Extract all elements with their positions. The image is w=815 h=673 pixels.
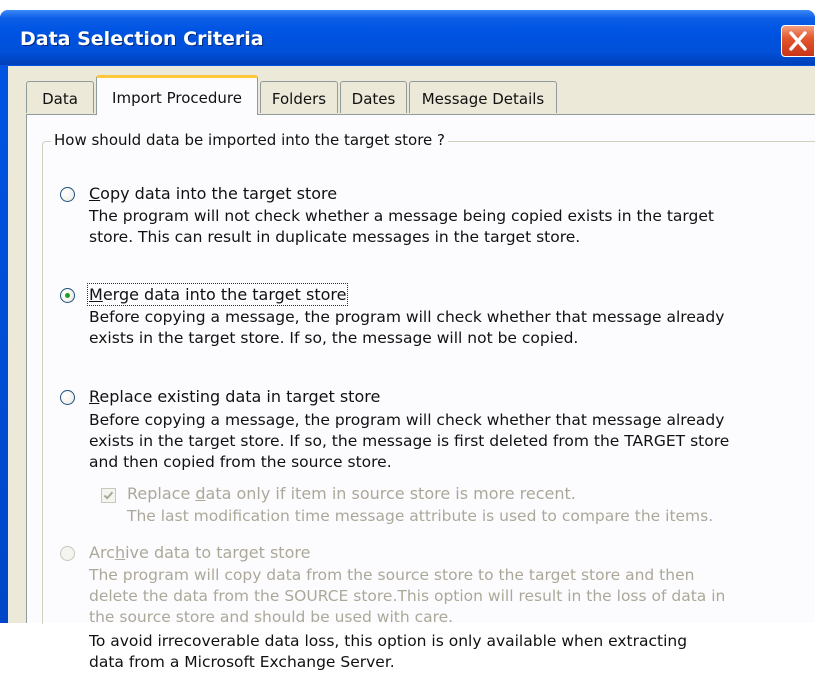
tab-panel-import-procedure: How should data be imported into the tar…: [26, 114, 815, 671]
copy-radio[interactable]: [60, 187, 75, 202]
dialog-window: Data Selection Criteria Data Import Proc…: [0, 10, 815, 671]
archive-note-line: To avoid irrecoverable data loss, this o…: [89, 632, 688, 650]
archive-description: The program will copy data from the sour…: [89, 565, 725, 628]
tab-import-procedure[interactable]: Import Procedure: [96, 75, 258, 115]
title-bar[interactable]: Data Selection Criteria: [0, 10, 815, 65]
replace-newer-label-before: Replace: [127, 484, 196, 503]
close-icon: [789, 31, 807, 51]
copy-label[interactable]: Copy data into the target store: [89, 184, 337, 203]
replace-description: Before copying a message, the program wi…: [89, 410, 729, 473]
tab-data[interactable]: Data: [26, 81, 94, 113]
dialog-client-area: Data Import Procedure Folders Dates Mess…: [8, 66, 815, 671]
merge-description-line: Before copying a message, the program wi…: [89, 308, 725, 326]
replace-radio[interactable]: [60, 390, 75, 405]
archive-label[interactable]: Archive data to target store: [89, 543, 310, 562]
archive-label-after: ive data to target store: [125, 543, 311, 562]
archive-label-before: Arc: [89, 543, 115, 562]
replace-newer-only-label[interactable]: Replace data only if item in source stor…: [127, 484, 576, 503]
copy-description-line: The program will not check whether a mes…: [89, 207, 714, 225]
replace-label-mnemonic: R: [89, 387, 100, 406]
archive-description-line: delete the data from the SOURCE store.Th…: [89, 587, 726, 605]
replace-label-rest: eplace existing data in target store: [99, 387, 381, 406]
groupbox-label: How should data be imported into the tar…: [51, 131, 449, 149]
copy-label-rest: opy data into the target store: [100, 184, 338, 203]
merge-label-rest: erge data into the target store: [102, 285, 347, 304]
copy-description: The program will not check whether a mes…: [89, 206, 714, 248]
archive-radio[interactable]: [60, 546, 75, 561]
replace-newer-label-mnemonic: d: [195, 484, 206, 503]
merge-label-mnemonic: M: [89, 285, 103, 304]
tab-dates[interactable]: Dates: [340, 81, 407, 113]
replace-newer-only-checkbox[interactable]: [101, 488, 116, 503]
merge-radio[interactable]: [60, 288, 75, 303]
archive-description-line: The program will copy data from the sour…: [89, 566, 695, 584]
tab-folders-label: Folders: [271, 90, 327, 108]
tab-dates-label: Dates: [351, 90, 396, 108]
replace-label[interactable]: Replace existing data in target store: [89, 387, 380, 406]
tab-message-details-label: Message Details: [421, 90, 545, 108]
archive-description-line: the source store and should be used with…: [89, 608, 454, 626]
archive-note-line: data from a Microsoft Exchange Server.: [89, 653, 395, 671]
copy-description-line: store. This can result in duplicate mess…: [89, 228, 581, 246]
merge-description: Before copying a message, the program wi…: [89, 307, 724, 349]
replace-description-line: and then copied from the source store.: [89, 453, 392, 471]
tab-import-procedure-label: Import Procedure: [112, 89, 242, 107]
tab-message-details[interactable]: Message Details: [409, 81, 557, 113]
replace-description-line: Before copying a message, the program wi…: [89, 411, 725, 429]
merge-description-line: exists in the target store. If so, the m…: [89, 329, 579, 347]
replace-description-line: exists in the target store. If so, the m…: [89, 432, 730, 450]
replace-newer-only-description: The last modification time message attri…: [127, 507, 714, 525]
import-method-groupbox: How should data be imported into the tar…: [42, 131, 815, 671]
archive-label-mnemonic: h: [114, 543, 126, 562]
replace-newer-label-after: ata only if item in source store is more…: [205, 484, 576, 503]
archive-availability-note: To avoid irrecoverable data loss, this o…: [89, 631, 687, 673]
checkmark-icon: [103, 491, 114, 500]
tab-bar: Data Import Procedure Folders Dates Mess…: [8, 66, 815, 115]
tab-folders[interactable]: Folders: [260, 81, 338, 113]
close-button[interactable]: [781, 25, 815, 57]
merge-label[interactable]: Merge data into the target store: [86, 283, 349, 306]
window-title: Data Selection Criteria: [20, 28, 264, 50]
copy-label-mnemonic: C: [89, 184, 101, 203]
tab-data-label: Data: [42, 90, 78, 108]
